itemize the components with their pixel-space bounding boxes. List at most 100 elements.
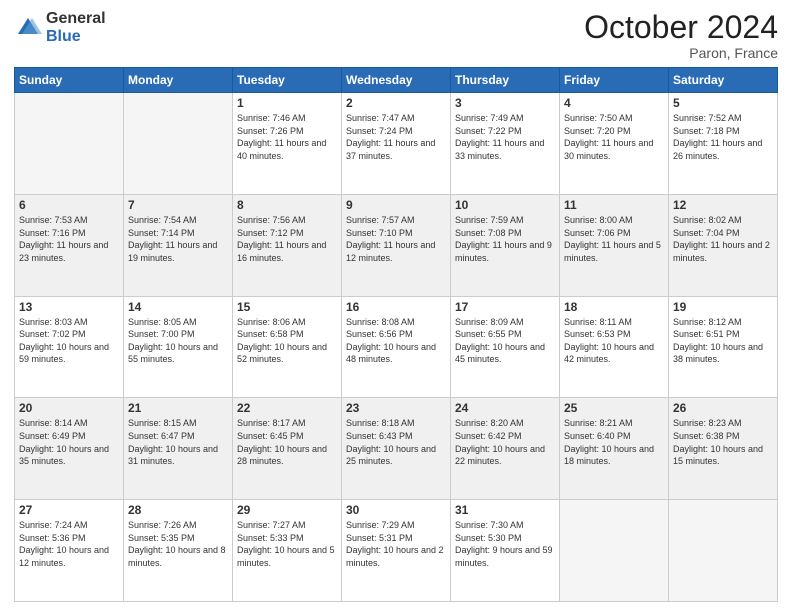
logo-text: General Blue bbox=[46, 10, 106, 45]
calendar-cell: 5 Sunrise: 7:52 AMSunset: 7:18 PMDaylight… bbox=[669, 93, 778, 195]
day-header-tuesday: Tuesday bbox=[233, 68, 342, 93]
calendar: SundayMondayTuesdayWednesdayThursdayFrid… bbox=[14, 67, 778, 602]
day-number: 17 bbox=[455, 300, 555, 314]
day-number: 8 bbox=[237, 198, 337, 212]
logo-general: General bbox=[46, 10, 106, 28]
day-number: 16 bbox=[346, 300, 446, 314]
day-number: 15 bbox=[237, 300, 337, 314]
calendar-cell: 15 Sunrise: 8:06 AMSunset: 6:58 PMDayligh… bbox=[233, 296, 342, 398]
day-number: 18 bbox=[564, 300, 664, 314]
week-row-1: 1 Sunrise: 7:46 AMSunset: 7:26 PMDaylight… bbox=[15, 93, 778, 195]
day-info: Sunrise: 7:24 AMSunset: 5:36 PMDaylight:… bbox=[19, 519, 119, 569]
day-info: Sunrise: 8:20 AMSunset: 6:42 PMDaylight:… bbox=[455, 417, 555, 467]
day-info: Sunrise: 7:52 AMSunset: 7:18 PMDaylight:… bbox=[673, 112, 773, 162]
day-number: 22 bbox=[237, 401, 337, 415]
day-number: 13 bbox=[19, 300, 119, 314]
logo: General Blue bbox=[14, 10, 106, 45]
day-header-sunday: Sunday bbox=[15, 68, 124, 93]
calendar-cell bbox=[669, 500, 778, 602]
day-info: Sunrise: 7:54 AMSunset: 7:14 PMDaylight:… bbox=[128, 214, 228, 264]
calendar-cell: 23 Sunrise: 8:18 AMSunset: 6:43 PMDayligh… bbox=[342, 398, 451, 500]
calendar-cell: 3 Sunrise: 7:49 AMSunset: 7:22 PMDaylight… bbox=[451, 93, 560, 195]
day-info: Sunrise: 7:53 AMSunset: 7:16 PMDaylight:… bbox=[19, 214, 119, 264]
day-number: 6 bbox=[19, 198, 119, 212]
calendar-cell: 4Sunrise: 7:50 AMSunset: 7:20 PMDaylight… bbox=[560, 93, 669, 195]
day-info: Sunrise: 8:17 AMSunset: 6:45 PMDaylight:… bbox=[237, 417, 337, 467]
day-header-monday: Monday bbox=[124, 68, 233, 93]
day-number: 10 bbox=[455, 198, 555, 212]
day-info: Sunrise: 8:14 AMSunset: 6:49 PMDaylight:… bbox=[19, 417, 119, 467]
day-number: 1 bbox=[237, 96, 337, 110]
day-info: Sunrise: 8:15 AMSunset: 6:47 PMDaylight:… bbox=[128, 417, 228, 467]
calendar-cell: 8 Sunrise: 7:56 AMSunset: 7:12 PMDaylight… bbox=[233, 194, 342, 296]
calendar-cell: 17 Sunrise: 8:09 AMSunset: 6:55 PMDayligh… bbox=[451, 296, 560, 398]
logo-blue: Blue bbox=[46, 28, 106, 46]
calendar-cell: 22 Sunrise: 8:17 AMSunset: 6:45 PMDayligh… bbox=[233, 398, 342, 500]
day-header-wednesday: Wednesday bbox=[342, 68, 451, 93]
day-info: Sunrise: 8:18 AMSunset: 6:43 PMDaylight:… bbox=[346, 417, 446, 467]
week-row-3: 13Sunrise: 8:03 AMSunset: 7:02 PMDayligh… bbox=[15, 296, 778, 398]
day-info: Sunrise: 7:29 AMSunset: 5:31 PMDaylight:… bbox=[346, 519, 446, 569]
calendar-cell: 6 Sunrise: 7:53 AMSunset: 7:16 PMDaylight… bbox=[15, 194, 124, 296]
day-info: Sunrise: 8:08 AMSunset: 6:56 PMDaylight:… bbox=[346, 316, 446, 366]
day-number: 26 bbox=[673, 401, 773, 415]
day-number: 14 bbox=[128, 300, 228, 314]
day-number: 11 bbox=[564, 198, 664, 212]
day-info: Sunrise: 8:11 AMSunset: 6:53 PMDaylight:… bbox=[564, 316, 664, 366]
day-number: 19 bbox=[673, 300, 773, 314]
day-number: 23 bbox=[346, 401, 446, 415]
day-number: 25 bbox=[564, 401, 664, 415]
calendar-cell: 16 Sunrise: 8:08 AMSunset: 6:56 PMDayligh… bbox=[342, 296, 451, 398]
location: Paron, France bbox=[584, 45, 778, 61]
calendar-cell: 18 Sunrise: 8:11 AMSunset: 6:53 PMDayligh… bbox=[560, 296, 669, 398]
calendar-cell: 25Sunrise: 8:21 AMSunset: 6:40 PMDayligh… bbox=[560, 398, 669, 500]
logo-icon bbox=[14, 14, 42, 42]
calendar-cell: 7 Sunrise: 7:54 AMSunset: 7:14 PMDaylight… bbox=[124, 194, 233, 296]
day-info: Sunrise: 8:12 AMSunset: 6:51 PMDaylight:… bbox=[673, 316, 773, 366]
day-number: 5 bbox=[673, 96, 773, 110]
calendar-cell: 10 Sunrise: 7:59 AMSunset: 7:08 PMDayligh… bbox=[451, 194, 560, 296]
calendar-cell bbox=[15, 93, 124, 195]
day-info: Sunrise: 7:47 AMSunset: 7:24 PMDaylight:… bbox=[346, 112, 446, 162]
calendar-cell: 14 Sunrise: 8:05 AMSunset: 7:00 PMDayligh… bbox=[124, 296, 233, 398]
day-number: 29 bbox=[237, 503, 337, 517]
day-info: Sunrise: 7:46 AMSunset: 7:26 PMDaylight:… bbox=[237, 112, 337, 162]
day-number: 9 bbox=[346, 198, 446, 212]
day-info: Sunrise: 8:06 AMSunset: 6:58 PMDaylight:… bbox=[237, 316, 337, 366]
calendar-cell: 24 Sunrise: 8:20 AMSunset: 6:42 PMDayligh… bbox=[451, 398, 560, 500]
day-info: Sunrise: 8:23 AMSunset: 6:38 PMDaylight:… bbox=[673, 417, 773, 467]
day-info: Sunrise: 7:26 AMSunset: 5:35 PMDaylight:… bbox=[128, 519, 228, 569]
calendar-cell: 2Sunrise: 7:47 AMSunset: 7:24 PMDaylight… bbox=[342, 93, 451, 195]
calendar-cell: 30Sunrise: 7:29 AMSunset: 5:31 PMDayligh… bbox=[342, 500, 451, 602]
calendar-cell: 11 Sunrise: 8:00 AMSunset: 7:06 PMDayligh… bbox=[560, 194, 669, 296]
calendar-cell bbox=[124, 93, 233, 195]
day-info: Sunrise: 8:00 AMSunset: 7:06 PMDaylight:… bbox=[564, 214, 664, 264]
calendar-cell: 28 Sunrise: 7:26 AMSunset: 5:35 PMDayligh… bbox=[124, 500, 233, 602]
day-info: Sunrise: 7:59 AMSunset: 7:08 PMDaylight:… bbox=[455, 214, 555, 264]
day-number: 7 bbox=[128, 198, 228, 212]
day-info: Sunrise: 7:56 AMSunset: 7:12 PMDaylight:… bbox=[237, 214, 337, 264]
header: General Blue October 2024 Paron, France bbox=[14, 10, 778, 61]
day-header-saturday: Saturday bbox=[669, 68, 778, 93]
calendar-cell: 13Sunrise: 8:03 AMSunset: 7:02 PMDayligh… bbox=[15, 296, 124, 398]
day-number: 3 bbox=[455, 96, 555, 110]
day-number: 28 bbox=[128, 503, 228, 517]
day-info: Sunrise: 7:49 AMSunset: 7:22 PMDaylight:… bbox=[455, 112, 555, 162]
day-info: Sunrise: 7:57 AMSunset: 7:10 PMDaylight:… bbox=[346, 214, 446, 264]
calendar-cell: 19 Sunrise: 8:12 AMSunset: 6:51 PMDayligh… bbox=[669, 296, 778, 398]
week-row-2: 6 Sunrise: 7:53 AMSunset: 7:16 PMDaylight… bbox=[15, 194, 778, 296]
day-info: Sunrise: 7:30 AMSunset: 5:30 PMDaylight:… bbox=[455, 519, 555, 569]
day-info: Sunrise: 8:09 AMSunset: 6:55 PMDaylight:… bbox=[455, 316, 555, 366]
calendar-cell: 26 Sunrise: 8:23 AMSunset: 6:38 PMDayligh… bbox=[669, 398, 778, 500]
day-number: 24 bbox=[455, 401, 555, 415]
calendar-cell: 27Sunrise: 7:24 AMSunset: 5:36 PMDayligh… bbox=[15, 500, 124, 602]
calendar-cell: 21Sunrise: 8:15 AMSunset: 6:47 PMDayligh… bbox=[124, 398, 233, 500]
day-info: Sunrise: 7:27 AMSunset: 5:33 PMDaylight:… bbox=[237, 519, 337, 569]
header-row: SundayMondayTuesdayWednesdayThursdayFrid… bbox=[15, 68, 778, 93]
day-info: Sunrise: 8:05 AMSunset: 7:00 PMDaylight:… bbox=[128, 316, 228, 366]
calendar-cell: 12Sunrise: 8:02 AMSunset: 7:04 PMDayligh… bbox=[669, 194, 778, 296]
week-row-5: 27Sunrise: 7:24 AMSunset: 5:36 PMDayligh… bbox=[15, 500, 778, 602]
calendar-cell: 29 Sunrise: 7:27 AMSunset: 5:33 PMDayligh… bbox=[233, 500, 342, 602]
calendar-cell: 31Sunrise: 7:30 AMSunset: 5:30 PMDayligh… bbox=[451, 500, 560, 602]
day-info: Sunrise: 7:50 AMSunset: 7:20 PMDaylight:… bbox=[564, 112, 664, 162]
